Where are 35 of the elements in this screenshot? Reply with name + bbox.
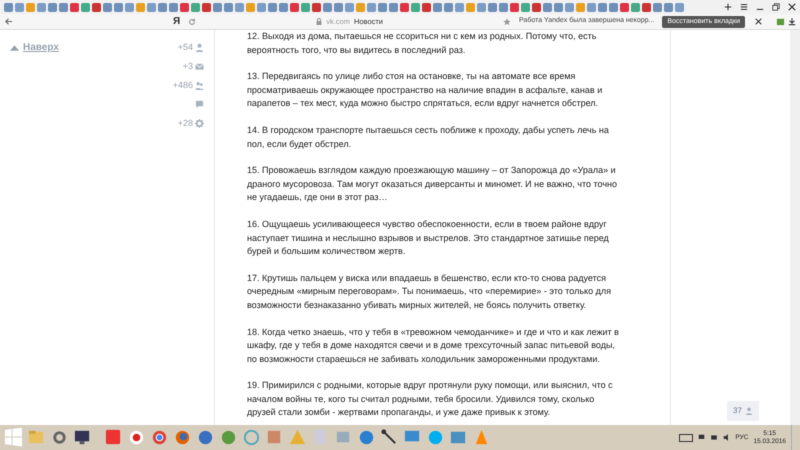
post-paragraph: 15. Провожаешь взглядом каждую проезжающую машину – от Запорожца до «Урала» и драного мусоровоза. Там могут оказаться диверсанты и миномет. И не важно, что точно не угадаешь, где они в этот раз… bbox=[247, 164, 618, 204]
counter-value[interactable]: +54 bbox=[178, 40, 193, 54]
counter-value[interactable]: +486 bbox=[172, 78, 193, 92]
back-icon[interactable] bbox=[4, 17, 13, 26]
post-paragraph: 19. Примирился с родными, которые вдруг протянули руку помощи, или выяснил, что с началом войны те, кого ты считал родными, тебя бросили. Удивился тому, сколько друзей стали зомби - жертвами пропаганды, и уже даже привык к этому. bbox=[247, 379, 614, 420]
online-friends-counter[interactable]: 37 bbox=[727, 401, 759, 421]
speaker-icon[interactable] bbox=[723, 434, 730, 441]
post-paragraph: 16. Ощущаешь усиливающееся чувство обеспокоенности, если в твоем районе вдруг наступает тишина и неслышно взрывов и выстрелов. Это стандартное затишье перед бурей и большим количеством жертв. bbox=[247, 218, 610, 258]
people-icon bbox=[195, 81, 204, 90]
post-paragraph: 13. Передвигаясь по улице либо стоя на остановке, ты на автомате все время просматриваешь окружающее пространство на наличие впадин в асфальте, канав и парапетов – тех мест, куда можно быстро спрятаться, если вдруг начнется обстрел. bbox=[247, 70, 604, 110]
counter-value[interactable]: +3 bbox=[182, 60, 193, 74]
envelope-icon bbox=[195, 62, 204, 71]
back-to-top-link[interactable]: Наверх bbox=[10, 40, 59, 55]
person-icon bbox=[195, 43, 204, 52]
star-icon[interactable] bbox=[503, 18, 511, 26]
speech-bubble-icon bbox=[195, 100, 204, 109]
close-icon[interactable] bbox=[755, 18, 762, 25]
up-triangle-icon bbox=[10, 44, 19, 50]
post-paragraph: 12. Выходя из дома, пытаешься не ссориться ни с кем из родных. Потому что, есть вероятность того, что вы видитесь в последний раз. bbox=[247, 30, 598, 57]
start-icon[interactable] bbox=[4, 428, 23, 447]
post-paragraph: 17. Крутишь пальцем у виска или впадаешь в бешенство, если кто-то снова радуется очередным «мирным переговорам». Ты понимаешь, что «перемирие» - это только для возможности безнаказанно убивать мирных жителей, не боясь получить ответку. bbox=[247, 272, 612, 312]
lock-icon bbox=[316, 18, 322, 25]
post-paragraph: 18. Когда четко знаешь, что у тебя в «тревожном чемоданчике» и где и что и как лежит в шкафу, где у тебя в доме находятся свечи и в доме трехсуточный запас питьевой воды, по возможности стараешься не забивать холодильник замороженными продуктами. bbox=[247, 326, 620, 366]
close-icon[interactable] bbox=[788, 3, 796, 11]
browser-logo[interactable]: Я bbox=[173, 14, 180, 29]
disc-icon[interactable] bbox=[242, 428, 261, 447]
restore-window-icon[interactable] bbox=[772, 3, 780, 11]
keyboard-icon[interactable] bbox=[679, 434, 694, 442]
menu-icon[interactable] bbox=[740, 3, 748, 11]
post-paragraph: 14. В городском транспорте пытаешься сесть поближе к проходу, дабы успеть лечь на пол, если будет обстрел. bbox=[247, 124, 610, 151]
refresh-icon[interactable] bbox=[188, 18, 196, 26]
person-icon bbox=[744, 407, 753, 415]
download-icon[interactable] bbox=[788, 17, 796, 26]
new-tab-icon[interactable] bbox=[724, 3, 732, 11]
counter-value[interactable]: +28 bbox=[178, 116, 193, 130]
